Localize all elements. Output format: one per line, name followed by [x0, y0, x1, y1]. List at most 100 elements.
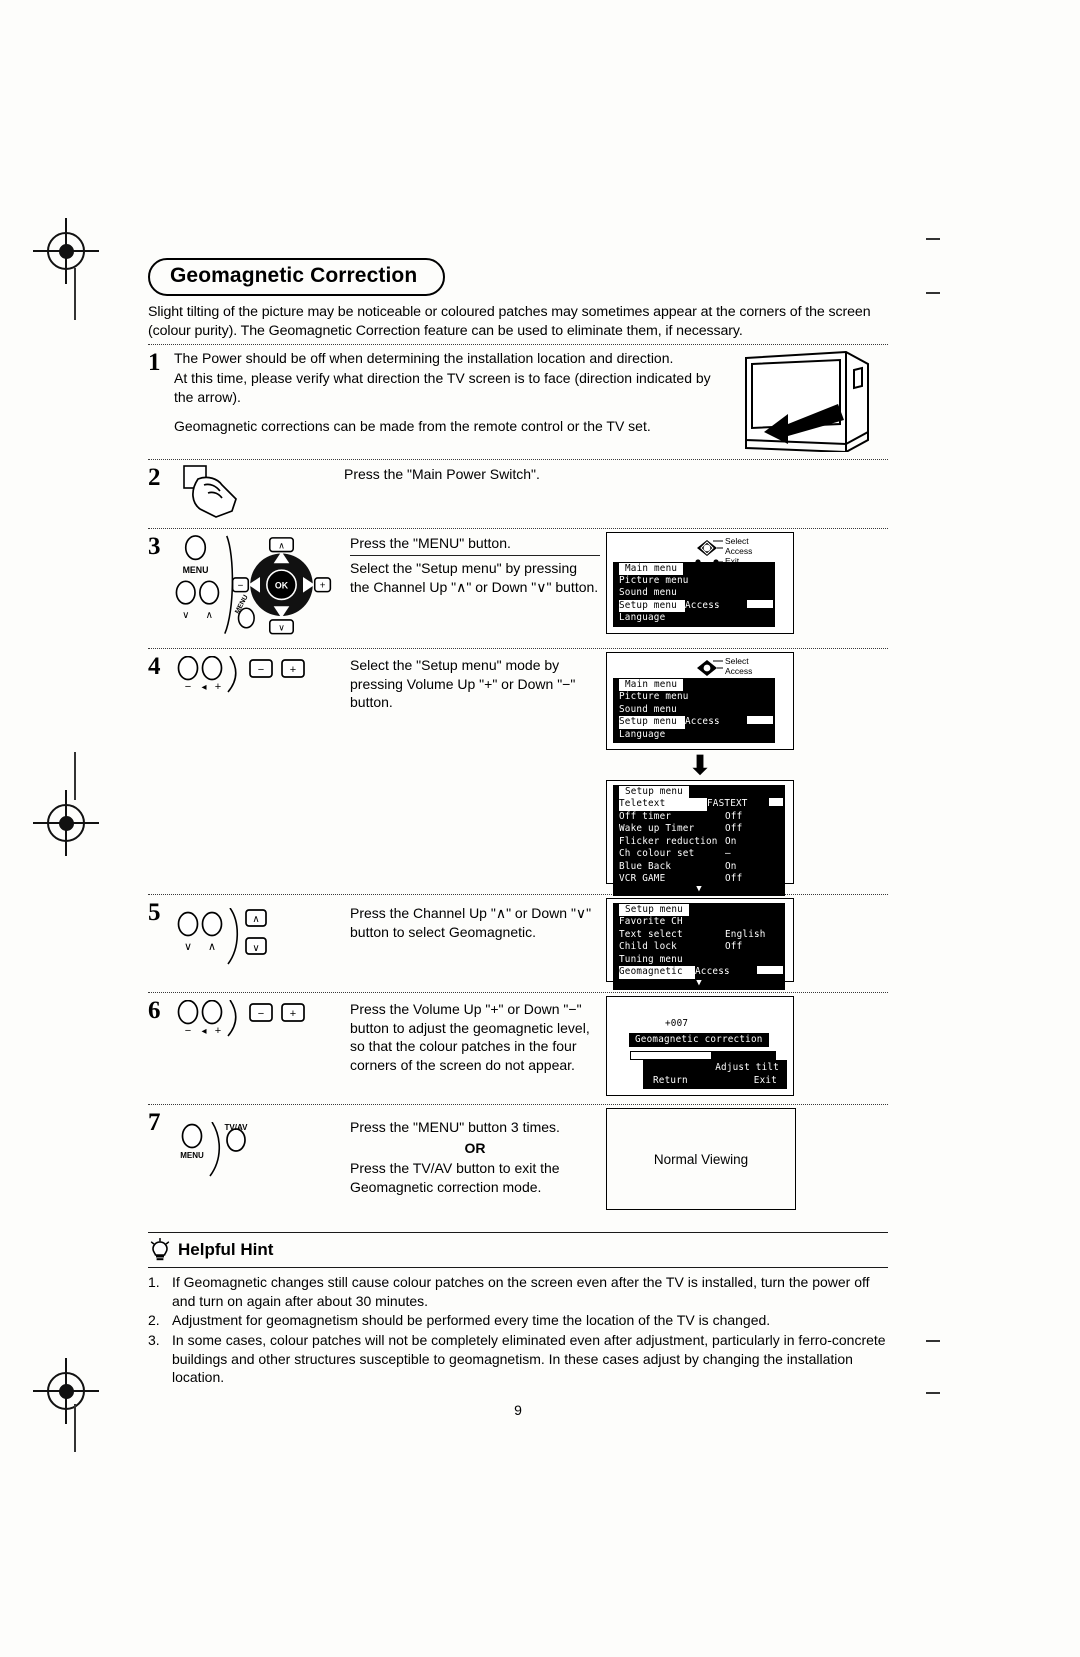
osd-footer-top: Adjust tilt: [647, 1062, 783, 1074]
hint-text: If Geomagnetic changes still cause colou…: [172, 1274, 870, 1309]
registration-dot: [58, 243, 74, 259]
geomagnetic-title: Geomagnetic correction: [629, 1033, 769, 1048]
osd-menu-item[interactable]: Sound menu: [613, 704, 775, 716]
osd-menu-item[interactable]: Language: [613, 612, 775, 624]
osd-geomagnetic-adjust-screen: +007 Geomagnetic correction Adjust tilt: [606, 996, 794, 1097]
remote-illustration-volume-2: − ◂ + − +: [174, 996, 350, 1045]
osd-title-text: Main menu: [619, 679, 684, 692]
svg-text:+: +: [215, 681, 221, 693]
osd-item-value: On: [725, 835, 737, 847]
osd-step4-screens: Select Access Exit Main menu Picture men…: [606, 652, 794, 897]
osd-menu-item[interactable]: Text select English: [613, 929, 785, 941]
osd-item-value: Access: [685, 716, 720, 728]
osd-item-value: Access: [695, 966, 730, 978]
step-text: Press the Channel Up "∧" or Down "∨" but…: [350, 905, 592, 940]
crop-tick-left-mid: [74, 752, 76, 800]
step-number: 6: [148, 997, 161, 1025]
osd-item-label: Setup menu: [619, 599, 685, 613]
remote-volume-buttons-icon: − ◂ + − +: [177, 655, 305, 693]
svg-text:−: −: [185, 681, 191, 693]
step-6: 6 − ◂ + − + Press the Volume Up "+" or D…: [148, 993, 888, 1104]
hint-item: 1. If Geomagnetic changes still cause co…: [148, 1273, 888, 1310]
osd-menu-item-selected[interactable]: Setup menu Access: [613, 716, 775, 729]
svg-text:OK: OK: [275, 580, 289, 590]
access-chip: [747, 599, 773, 608]
osd-menu-item[interactable]: Favorite CH: [613, 916, 785, 928]
step-1-line-3: Geomagnetic corrections can be made from…: [174, 418, 651, 435]
svg-text:∨: ∨: [278, 622, 284, 632]
crop-tick-right-upper2: [926, 292, 940, 294]
step-number: 1: [148, 348, 161, 376]
step-number: 3: [148, 532, 161, 560]
registration-mark-middle-left: [33, 790, 99, 856]
registration-mark-top-left: [33, 218, 99, 284]
remote-menu-tvav-icon: MENU TV/AV: [180, 1121, 248, 1177]
inline-divider: [350, 555, 600, 557]
osd-menu-item[interactable]: Blue Back On: [613, 861, 785, 873]
osd-menu-item[interactable]: Ch colour set —: [613, 848, 785, 860]
osd-item-value: Off: [725, 872, 743, 884]
osd-item-label: Geomagnetic: [619, 966, 695, 979]
osd-menu-item-selected[interactable]: Setup menu Access: [613, 599, 775, 613]
osd-item-label: Flicker reduction: [619, 835, 718, 847]
osd-title-text: Setup menu: [619, 786, 689, 799]
svg-text:MENU: MENU: [180, 1151, 204, 1160]
osd-item-value: English: [725, 928, 766, 940]
hint-index: 3.: [148, 1331, 160, 1348]
svg-text:∧: ∧: [278, 540, 284, 550]
osd-item-label: Child lock: [619, 941, 677, 953]
osd-menu-item[interactable]: Tuning menu: [613, 954, 785, 966]
osd-menu-item-selected[interactable]: Teletext FASTEXT: [613, 798, 785, 811]
svg-text:∨: ∨: [184, 941, 192, 953]
svg-text:∧: ∧: [252, 914, 259, 925]
osd-menu-item[interactable]: Sound menu: [613, 587, 775, 599]
step-1-line-1: The Power should be off when determining…: [174, 349, 674, 366]
step-2: 2 Press the "Main Power Switch".: [148, 460, 888, 528]
remote-illustration-channel: ∨ ∧ ∧ ∨: [174, 898, 350, 971]
crop-tick-right-upper: [926, 238, 940, 240]
osd-menu-title: Main menu: [613, 679, 775, 692]
access-chip: [757, 966, 783, 975]
osd-menu-item[interactable]: Wake up Timer Off: [613, 823, 785, 835]
osd-menu-item[interactable]: Language: [613, 729, 775, 741]
osd-item-label: Blue Back: [619, 860, 672, 872]
hint-list: 1. If Geomagnetic changes still cause co…: [148, 1268, 888, 1387]
osd-item-label: Tuning menu: [619, 953, 683, 965]
flow-arrow-down: ⬇: [689, 750, 711, 781]
osd-item-label: Language: [619, 612, 666, 624]
osd-menu-item-selected[interactable]: Geomagnetic Access: [613, 966, 785, 979]
tv-set-illustration: [728, 348, 888, 457]
crop-tick-left-upper: [74, 268, 76, 320]
osd-footer-bottom: Return Exit: [647, 1075, 783, 1087]
svg-text:∨: ∨: [182, 610, 189, 621]
normal-viewing-box: Normal Viewing: [606, 1108, 796, 1211]
step-7: 7 MENU TV/AV Press the "MENU" button 3 t…: [148, 1105, 888, 1216]
svg-text:−: −: [185, 1025, 191, 1037]
lightbulb-icon: [150, 1238, 170, 1261]
page-title: Geomagnetic Correction: [148, 258, 446, 297]
osd-menu-title: Main menu: [613, 562, 775, 575]
footer-return[interactable]: Return: [653, 1075, 688, 1087]
osd-item-label: Sound menu: [619, 703, 677, 715]
osd-item-value: Off: [725, 810, 743, 822]
osd-item-value: —: [725, 848, 731, 860]
osd-item-label: Picture menu: [619, 691, 689, 703]
osd-menu-item[interactable]: Flicker reduction On: [613, 836, 785, 848]
helpful-hint-heading: Helpful Hint: [148, 1233, 888, 1267]
osd-title-text: Main menu: [619, 562, 684, 575]
hint-item: 2. Adjustment for geomagnetism should be…: [148, 1311, 888, 1330]
remote-illustration-menu-dpad: MENU ∨ ∧ OK ∧ ∨ − + MENU: [174, 532, 350, 646]
footer-exit[interactable]: Exit: [754, 1075, 777, 1087]
intro-paragraph: Slight tilting of the picture may be not…: [148, 304, 871, 339]
step-7-text-or: OR: [464, 1139, 486, 1156]
document-page: Geomagnetic Correction Slight tilting of…: [0, 0, 1080, 1657]
hand-switch-illustration: [174, 463, 344, 526]
osd-menu-item[interactable]: Off timer Off: [613, 811, 785, 823]
step-text: Press the "Main Power Switch".: [344, 465, 540, 482]
hand-pressing-switch-icon: [183, 464, 237, 518]
osd-item-label: VCR GAME: [619, 872, 666, 884]
osd-menu-item[interactable]: Picture menu: [613, 691, 775, 703]
osd-menu-item[interactable]: Picture menu: [613, 575, 775, 587]
osd-menu-item[interactable]: Child lock Off: [613, 941, 785, 953]
hint-index: 2.: [148, 1312, 160, 1329]
